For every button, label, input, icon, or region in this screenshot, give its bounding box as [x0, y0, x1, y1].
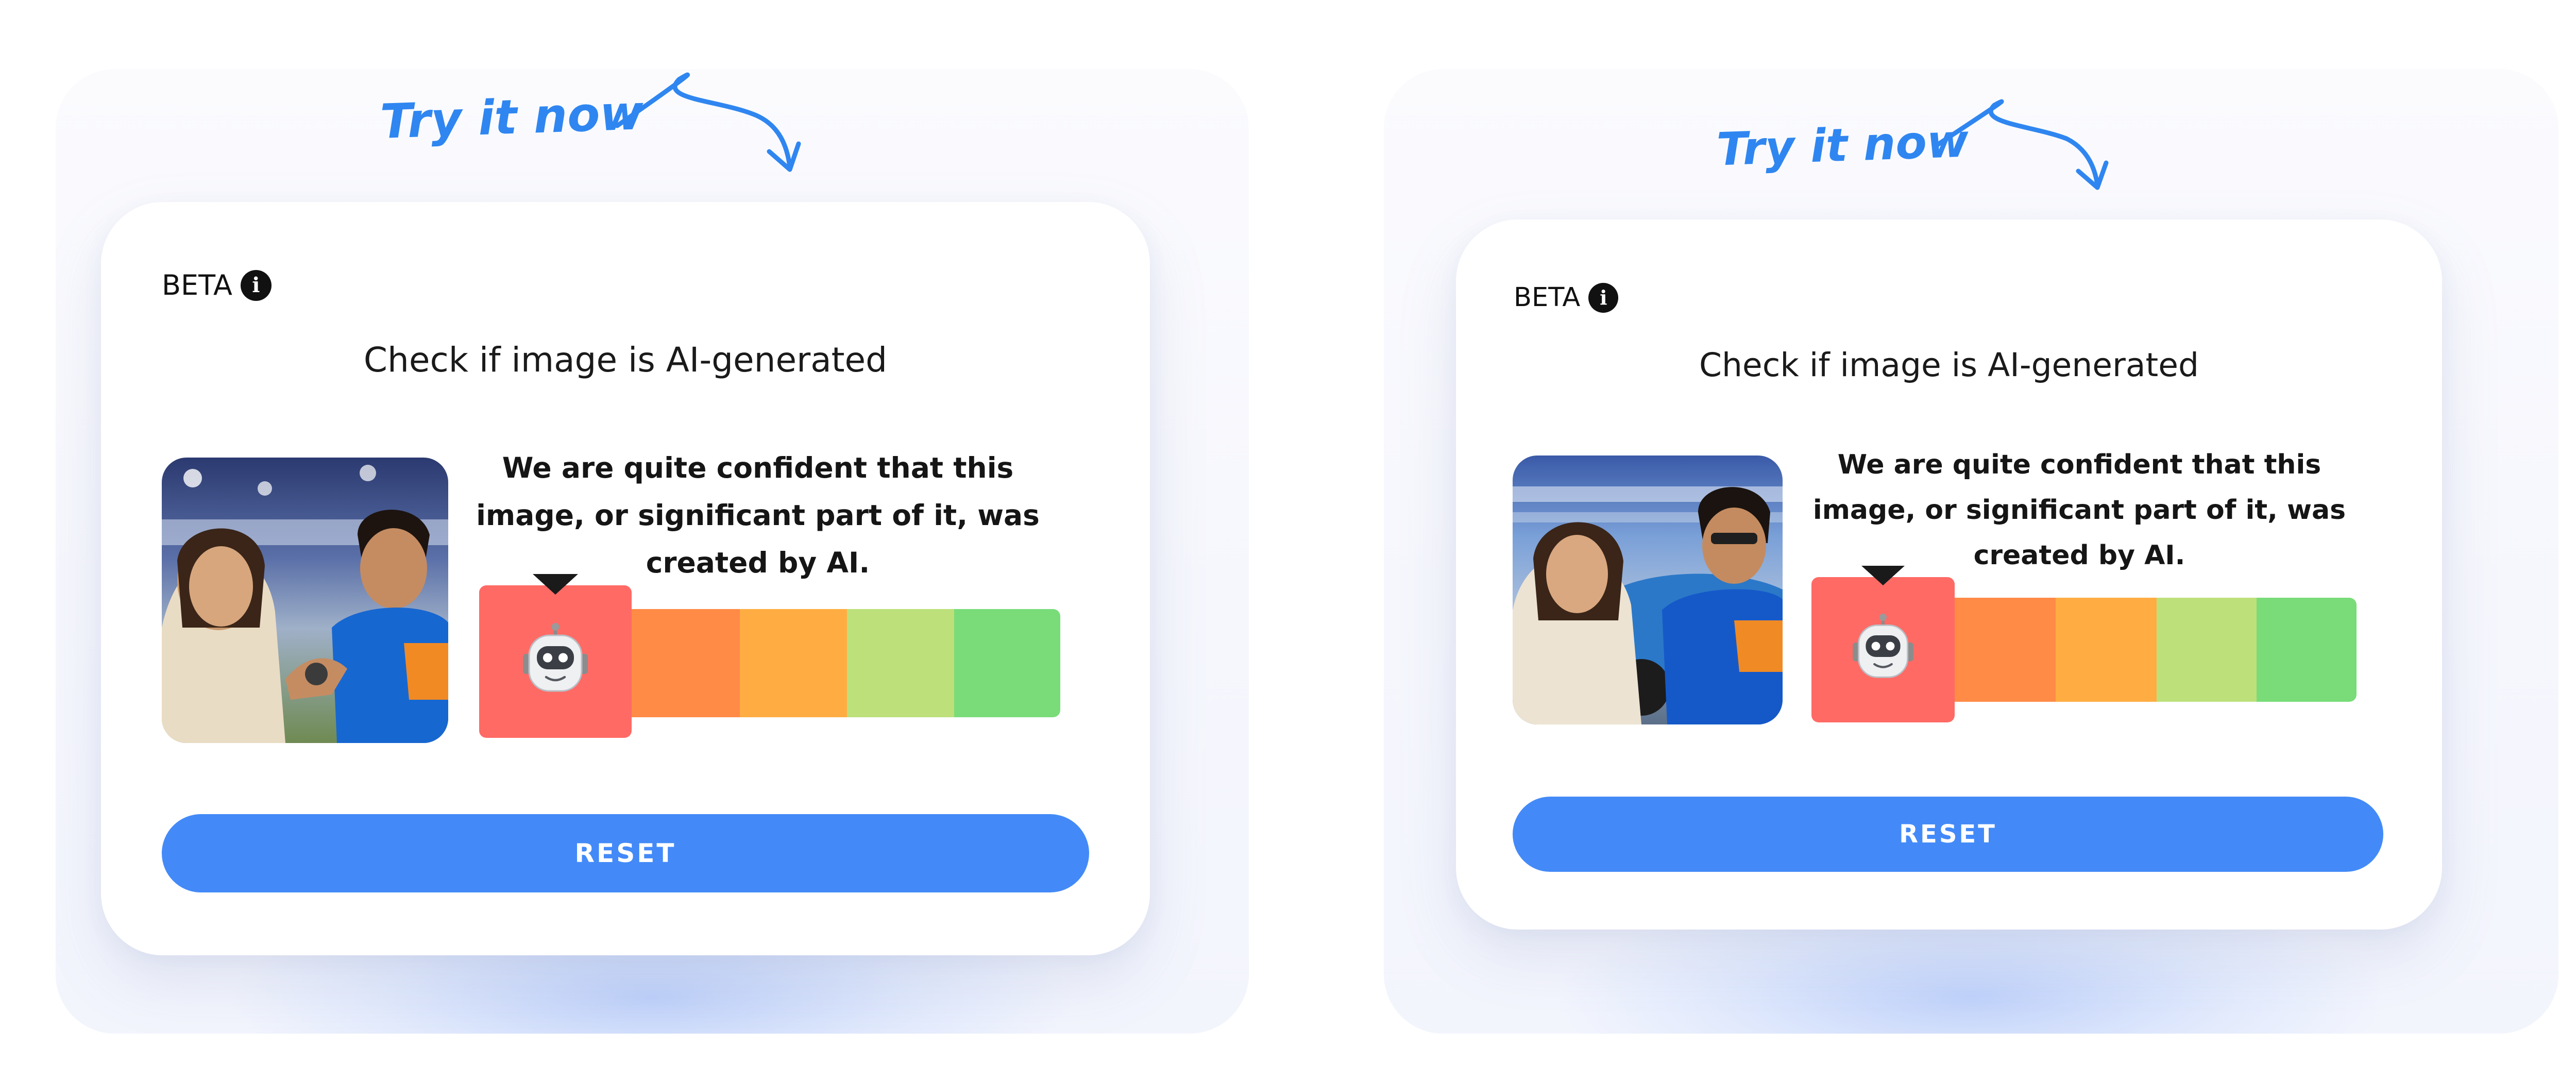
reset-button[interactable]: RESET: [162, 814, 1089, 892]
ai-detector-card: BETA i Check if image is AI-generated We…: [1456, 220, 2442, 930]
curved-arrow-icon: [1933, 99, 2109, 190]
meter-segment-likely-ai: [1955, 598, 2056, 702]
beta-badge: BETA i: [162, 269, 272, 301]
ai-likelihood-meter: [1811, 566, 2357, 722]
meter-segment-human: [954, 609, 1060, 717]
meter-segment-likely-ai: [632, 609, 740, 717]
robot-icon: [1853, 614, 1913, 678]
widget-panel: Try it now BETA i Check if image is AI-g…: [1384, 69, 2558, 1034]
analyzed-image-thumbnail[interactable]: [162, 458, 448, 743]
curved-arrow-icon: [615, 72, 801, 172]
meter-segment-possibly-ai: [2056, 598, 2157, 702]
card-title: Check if image is AI-generated: [1699, 346, 2199, 384]
beta-label: BETA: [1514, 282, 1581, 313]
ai-detector-card: BETA i Check if image is AI-generated We…: [101, 202, 1150, 955]
info-icon[interactable]: i: [240, 269, 272, 301]
meter-segment-human: [2257, 598, 2357, 702]
reset-button[interactable]: RESET: [1513, 797, 2383, 872]
verdict-text: We are quite confident that this image, …: [1812, 449, 2346, 571]
meter-active-indicator: [1811, 577, 1955, 722]
meter-segment-possibly-ai: [740, 609, 847, 717]
widget-panel: Try it now BETA i Check if image is AI-g…: [56, 69, 1249, 1034]
meter-segment-possibly-human: [847, 609, 954, 717]
meter-pointer-icon: [533, 574, 578, 595]
meter-segment-possibly-human: [2157, 598, 2257, 702]
analyzed-image-thumbnail[interactable]: [1513, 455, 1783, 724]
meter-active-indicator: [479, 585, 632, 738]
info-icon[interactable]: i: [1588, 282, 1619, 313]
card-title: Check if image is AI-generated: [363, 340, 888, 380]
ai-likelihood-meter: [479, 574, 1060, 740]
verdict-text: We are quite confident that this image, …: [476, 451, 1040, 579]
beta-badge: BETA i: [1514, 282, 1619, 313]
beta-label: BETA: [162, 269, 232, 301]
meter-pointer-icon: [1861, 566, 1905, 585]
robot-icon: [523, 623, 588, 692]
